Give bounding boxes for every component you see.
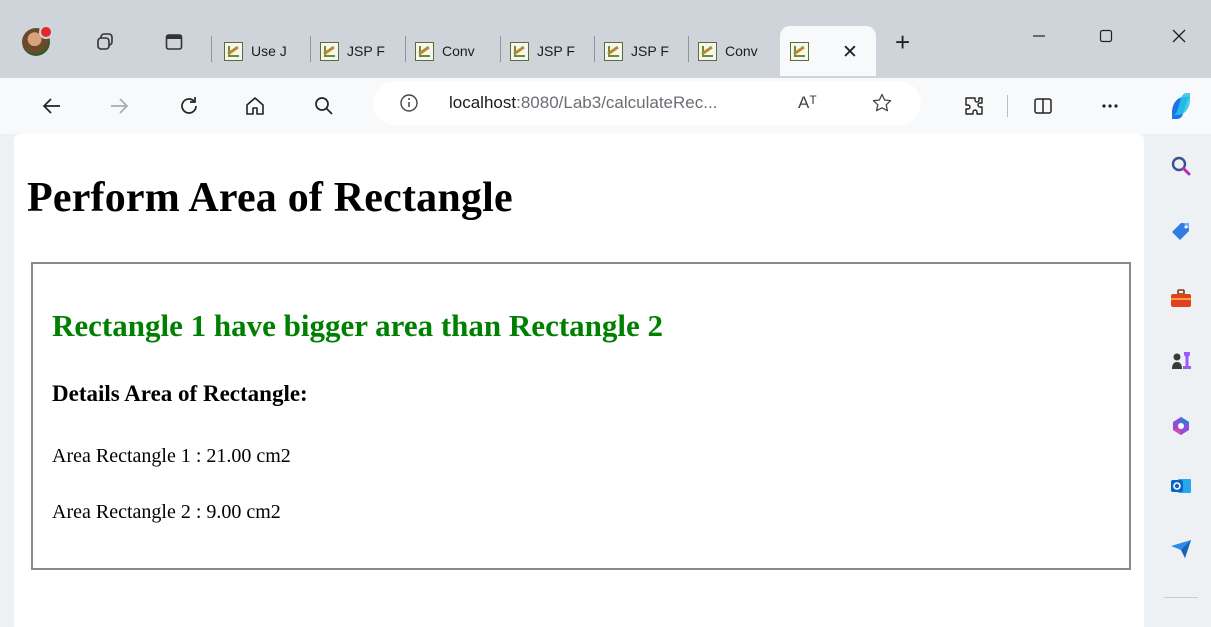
sidebar-divider [1164,597,1198,598]
toolbar: localhost:8080/Lab3/calculateRec... Aᵀ [0,78,1211,134]
comparison-result: Rectangle 1 have bigger area than Rectan… [52,308,664,343]
area-rectangle-1: Area Rectangle 1 : 21.00 cm2 [52,445,291,467]
tomcat-favicon-icon [604,41,623,61]
toolbar-separator [1007,95,1008,117]
edge-sidebar [1152,134,1211,627]
games-icon[interactable] [1167,346,1195,374]
split-screen-icon[interactable] [1025,88,1061,124]
tab-strip: Use J JSP F Conv JSP F JSP F Conv ✕ + [0,0,1211,78]
outlook-icon[interactable] [1167,472,1195,500]
profile-avatar[interactable] [22,25,53,56]
result-panel: Rectangle 1 have bigger area than Rectan… [31,262,1131,570]
search-icon[interactable] [306,88,342,124]
maximize-icon[interactable] [1083,18,1129,54]
favorite-star-icon[interactable] [871,92,893,119]
tab-1[interactable]: Use J [214,26,310,76]
details-heading: Details Area of Rectangle: [52,381,308,406]
notification-dot [39,25,53,39]
tab-active[interactable]: ✕ [780,26,876,76]
url-path: :8080/Lab3/calculateRec... [516,93,718,112]
shopping-tag-icon[interactable] [1167,218,1195,246]
tomcat-favicon-icon [320,41,339,61]
tab-label: Use J [251,43,287,59]
page-title: Perform Area of Rectangle [27,175,513,221]
tab-3[interactable]: Conv [405,26,500,76]
url-text[interactable]: localhost:8080/Lab3/calculateRec... [449,93,717,113]
url-host: localhost [449,93,517,112]
tomcat-favicon-icon [790,41,809,61]
info-icon[interactable] [399,93,419,118]
tab-4[interactable]: JSP F [500,26,594,76]
tab-label: JSP F [347,43,385,59]
sidebar-search-icon[interactable] [1167,152,1195,180]
tab-label: JSP F [537,43,575,59]
tab-label: Conv [725,43,758,59]
home-icon[interactable] [237,88,273,124]
tomcat-favicon-icon [224,41,243,61]
read-aloud-icon[interactable]: Aᵀ [798,93,817,113]
back-icon[interactable] [34,88,70,124]
microsoft365-icon[interactable] [1167,412,1195,440]
workspaces-icon[interactable] [94,31,116,53]
tomcat-favicon-icon [510,41,529,61]
tab-2[interactable]: JSP F [310,26,405,76]
close-tab-icon[interactable]: ✕ [842,41,858,64]
minimize-icon[interactable] [1016,18,1062,54]
tomcat-favicon-icon [415,41,434,61]
tomcat-favicon-icon [698,41,717,61]
tab-separator [211,36,212,62]
extensions-icon[interactable] [956,88,992,124]
web-page: Perform Area of Rectangle Rectangle 1 ha… [14,134,1144,627]
forward-icon[interactable] [101,88,137,124]
new-tab-button[interactable]: + [895,29,910,55]
tab-label: Conv [442,43,475,59]
tab-6[interactable]: Conv [688,26,782,76]
address-bar[interactable]: localhost:8080/Lab3/calculateRec... Aᵀ [373,81,921,125]
copilot-icon[interactable] [1163,88,1199,124]
send-icon[interactable] [1167,534,1195,562]
tab-label: JSP F [631,43,669,59]
refresh-icon[interactable] [171,88,207,124]
more-icon[interactable] [1092,88,1128,124]
close-icon[interactable] [1156,18,1202,54]
tab-5[interactable]: JSP F [594,26,688,76]
tools-briefcase-icon[interactable] [1167,284,1195,312]
area-rectangle-2: Area Rectangle 2 : 9.00 cm2 [52,501,281,523]
tab-actions-icon[interactable] [163,31,185,53]
